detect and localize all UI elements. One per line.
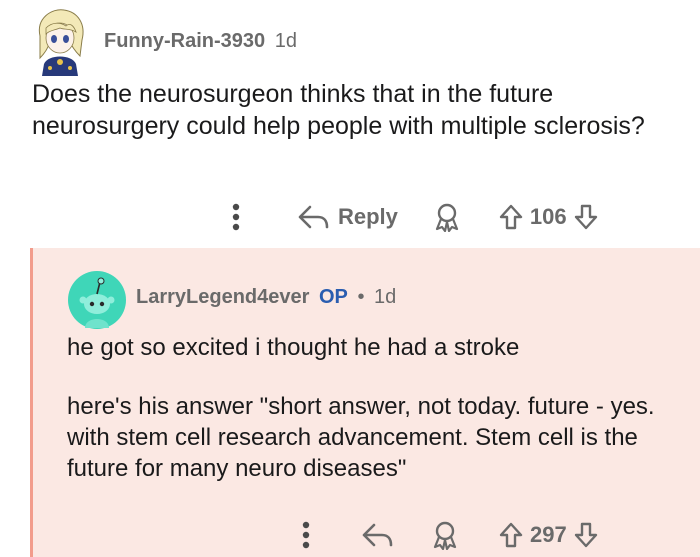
more-options-button[interactable] bbox=[296, 515, 316, 555]
award-icon bbox=[435, 203, 459, 232]
downvote-arrow-icon bbox=[574, 522, 597, 548]
downvote-button[interactable] bbox=[573, 203, 599, 231]
reply-comment: LarryLegend4ever OP • 1d he got so excit… bbox=[30, 248, 700, 557]
comment-timestamp: 1d bbox=[274, 30, 297, 52]
reply-arrow-icon bbox=[298, 205, 329, 229]
reply-arrow-icon bbox=[362, 523, 393, 547]
upvote-arrow-icon bbox=[499, 522, 523, 548]
more-vertical-icon bbox=[232, 203, 240, 231]
op-badge: OP bbox=[318, 286, 348, 308]
upvote-button[interactable] bbox=[498, 521, 524, 549]
snoo-avatar[interactable] bbox=[67, 270, 127, 330]
reply-label: Reply bbox=[338, 204, 398, 229]
upvote-button[interactable] bbox=[498, 203, 524, 231]
upvote-arrow-icon bbox=[499, 204, 523, 230]
more-options-button[interactable] bbox=[226, 197, 246, 237]
award-button[interactable] bbox=[434, 202, 460, 232]
vote-count: 106 bbox=[529, 204, 567, 229]
award-button[interactable] bbox=[432, 520, 458, 550]
award-icon bbox=[433, 521, 457, 550]
reply-paragraph: here's his answer "short answer, not tod… bbox=[67, 393, 655, 482]
reply-button[interactable] bbox=[360, 521, 394, 549]
comment-meta: Funny-Rain-3930 1d bbox=[104, 30, 297, 53]
reply-paragraph: he got so excited i thought he had a str… bbox=[67, 334, 520, 361]
downvote-button[interactable] bbox=[573, 521, 599, 549]
comment-action-bar: Reply 106 bbox=[226, 196, 599, 238]
comment-body: Does the neurosurgeon thinks that in the… bbox=[32, 80, 645, 140]
vote-count: 297 bbox=[530, 522, 567, 547]
reply-button[interactable]: Reply bbox=[296, 203, 398, 231]
reply-body: he got so excited i thought he had a str… bbox=[67, 332, 687, 512]
meta-separator: • bbox=[357, 286, 365, 308]
username-link[interactable]: Funny-Rain-3930 bbox=[104, 30, 265, 52]
reply-meta: LarryLegend4ever OP • 1d bbox=[136, 286, 396, 309]
reply-action-bar: 297 bbox=[296, 515, 599, 555]
user-avatar[interactable] bbox=[30, 6, 90, 76]
reply-timestamp: 1d bbox=[374, 286, 397, 308]
downvote-arrow-icon bbox=[574, 204, 597, 230]
top-comment: Funny-Rain-3930 1d Does the neurosurgeon… bbox=[0, 0, 700, 248]
more-vertical-icon bbox=[302, 521, 310, 549]
username-link[interactable]: LarryLegend4ever bbox=[136, 286, 309, 308]
